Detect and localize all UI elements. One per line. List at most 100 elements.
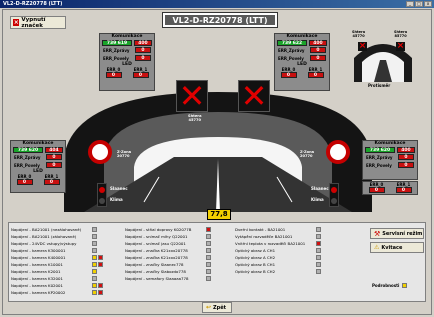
status-indicator <box>206 248 211 253</box>
minimize-button[interactable]: _ <box>406 1 414 7</box>
status-item-label: Napájení - 24VDC vstupy/výstupy <box>11 241 77 246</box>
right-klima-label: Klima <box>311 197 324 202</box>
mini-left-label: Shtera 45770 <box>352 30 366 38</box>
status-item-label: Optický obraz B CH1 <box>235 262 276 267</box>
status-item-label: Napájení - stňal doprovy K02077B <box>125 227 192 232</box>
comm-panel-mid-left: Komunikace 739 620 404 ERR_Zprávy 0 ERR_… <box>10 140 66 193</box>
status-item: Napájení - kamera K32001 <box>11 275 97 282</box>
status-indicator <box>206 269 211 274</box>
err0-value: 0 <box>368 187 385 193</box>
status-indicator <box>98 290 103 295</box>
service-mode-button[interactable]: ⚒ Servisní režim <box>370 228 424 239</box>
status-item: Optický obraz B CH1 <box>235 261 321 268</box>
status-item-label: Optický obraz A CH1 <box>235 248 276 253</box>
details-toggle[interactable]: Podrobnosti <box>372 283 408 288</box>
x-signal-icon: ✕ <box>178 77 206 115</box>
err-messages-label: ERR_Zprávy <box>14 154 41 160</box>
traffic-light-right[interactable] <box>329 183 339 207</box>
maximize-button[interactable]: □ <box>415 1 423 7</box>
status-item-label: Napájení - značka K21xxx20778 <box>125 248 188 253</box>
status-indicator <box>92 255 97 260</box>
err-commands-label: ERR_Povely <box>366 162 392 168</box>
status-item-label: Vytápění rozvaděče BA21001 <box>235 234 293 239</box>
err-commands-value: 0 <box>398 162 414 168</box>
status-item: Napájení - BA21001 (nezálohované) <box>11 226 97 233</box>
status-indicator <box>206 276 211 281</box>
status-indicator <box>92 248 97 253</box>
status-indicator <box>92 283 97 288</box>
comm-red-value: 400 <box>397 147 415 153</box>
status-item-label: Napájení - BA21001 (nezálohované) <box>11 227 82 232</box>
window-controls: _ □ x <box>406 1 432 7</box>
status-item: Napájení - 24VDC vstupy/výstupy <box>11 240 97 247</box>
traffic-light-left[interactable] <box>97 183 107 207</box>
red-light-icon <box>331 186 337 193</box>
right-slanec-label: Slaanec <box>311 186 329 191</box>
status-item: Napájení - značka K21xxx20778 <box>125 247 211 254</box>
status-item-label: Vnitřní teplota v rozvaděči BA21001 <box>235 241 306 246</box>
x-signal-icon: ✕ <box>240 77 268 115</box>
close-button[interactable]: x <box>424 1 432 7</box>
status-indicator <box>92 227 97 232</box>
x-signal-icon[interactable]: × <box>358 42 367 51</box>
status-indicator <box>92 262 97 267</box>
err-messages-value: 0 <box>46 154 62 160</box>
status-indicator <box>316 269 321 274</box>
status-item-label: Napájení - kamera K400001 <box>11 255 66 260</box>
no-entry-sign-right[interactable] <box>326 140 350 164</box>
status-indicator <box>206 255 211 260</box>
err-commands-value: 0 <box>46 162 62 168</box>
lane-signal-left[interactable]: ✕ <box>176 80 208 112</box>
status-indicator <box>98 283 103 288</box>
status-indicator <box>316 262 321 267</box>
left-zone-label: Z-Zona 20770 <box>117 150 132 158</box>
err1-value: 0 <box>395 187 412 193</box>
status-item-label: Napájení - snímač jasu Q22001 <box>125 241 186 246</box>
status-item: Optický obraz A CH2 <box>235 254 321 261</box>
mini-right-label: Shtera 85770 <box>394 30 408 38</box>
status-item-label: Optický obraz A CH2 <box>235 255 276 260</box>
status-item-label: Napájení - značky Slaanec778 <box>125 262 184 267</box>
err0-value: 0 <box>16 179 33 185</box>
status-item: Napájení - kamera K300001 <box>11 247 97 254</box>
acknowledge-label: Kvitace <box>381 244 403 251</box>
comm-red-value: 404 <box>45 147 63 153</box>
left-klima-label: Klima <box>110 197 123 202</box>
status-item: Napájení - kamera K02001 <box>11 282 103 289</box>
no-entry-sign-left[interactable] <box>88 140 112 164</box>
turn-off-signs-button[interactable]: × Vypnutí značek <box>10 16 66 29</box>
status-item-label: Napájení - kamera K32001 <box>11 276 63 281</box>
details-checkbox[interactable] <box>402 283 408 288</box>
err-messages-value: 0 <box>310 47 326 53</box>
err-commands-label: ERR_Povely <box>14 162 40 168</box>
status-item-label: Napájení - značky Slabozdo778 <box>125 269 186 274</box>
status-item: Optický obraz A CH1 <box>235 247 321 254</box>
x-signal-icon[interactable]: × <box>396 42 405 51</box>
right-zone-label: Z-Zona 20770 <box>300 150 315 158</box>
status-item-label: Napájení - semafory Slaaaaa778 <box>125 276 189 281</box>
status-indicator <box>316 241 321 246</box>
status-indicator <box>316 248 321 253</box>
status-item: Napájení - značky Slaanec778 <box>125 261 211 268</box>
status-item: Optický obraz B CH2 <box>235 268 321 275</box>
back-button[interactable]: ↩ Zpět <box>202 302 232 313</box>
err-messages-value: 0 <box>135 47 151 53</box>
comm-red-value: 400 <box>134 40 152 46</box>
tunnel-center-label: Shtera 45770 <box>188 114 202 122</box>
comm-green-value: 739 620 <box>13 147 43 153</box>
status-indicator <box>206 227 211 232</box>
err-commands-label: ERR_Povely <box>103 55 129 61</box>
back-label: Zpět <box>213 304 227 311</box>
status-indicator <box>316 234 321 239</box>
err-commands-value: 0 <box>135 55 151 61</box>
window-title: VL2-D-RZ20778 (LTT) <box>3 1 63 7</box>
turn-off-signs-label: Vypnutí značek <box>21 16 46 29</box>
err-commands-label: ERR_Povely <box>278 55 304 61</box>
status-item-label: Napájení - kamera K2001 <box>11 269 61 274</box>
acknowledge-button[interactable]: ⚠ Kvitace <box>370 242 424 253</box>
lane-signal-right[interactable]: ✕ <box>238 80 270 112</box>
status-item-label: Napájení - snímač mlhy Q22001 <box>125 234 188 239</box>
err-messages-label: ERR_Zprávy <box>366 154 393 160</box>
details-label: Podrobnosti <box>372 283 400 288</box>
status-item-label: Dveřní kontakt - BA21001 <box>235 227 286 232</box>
